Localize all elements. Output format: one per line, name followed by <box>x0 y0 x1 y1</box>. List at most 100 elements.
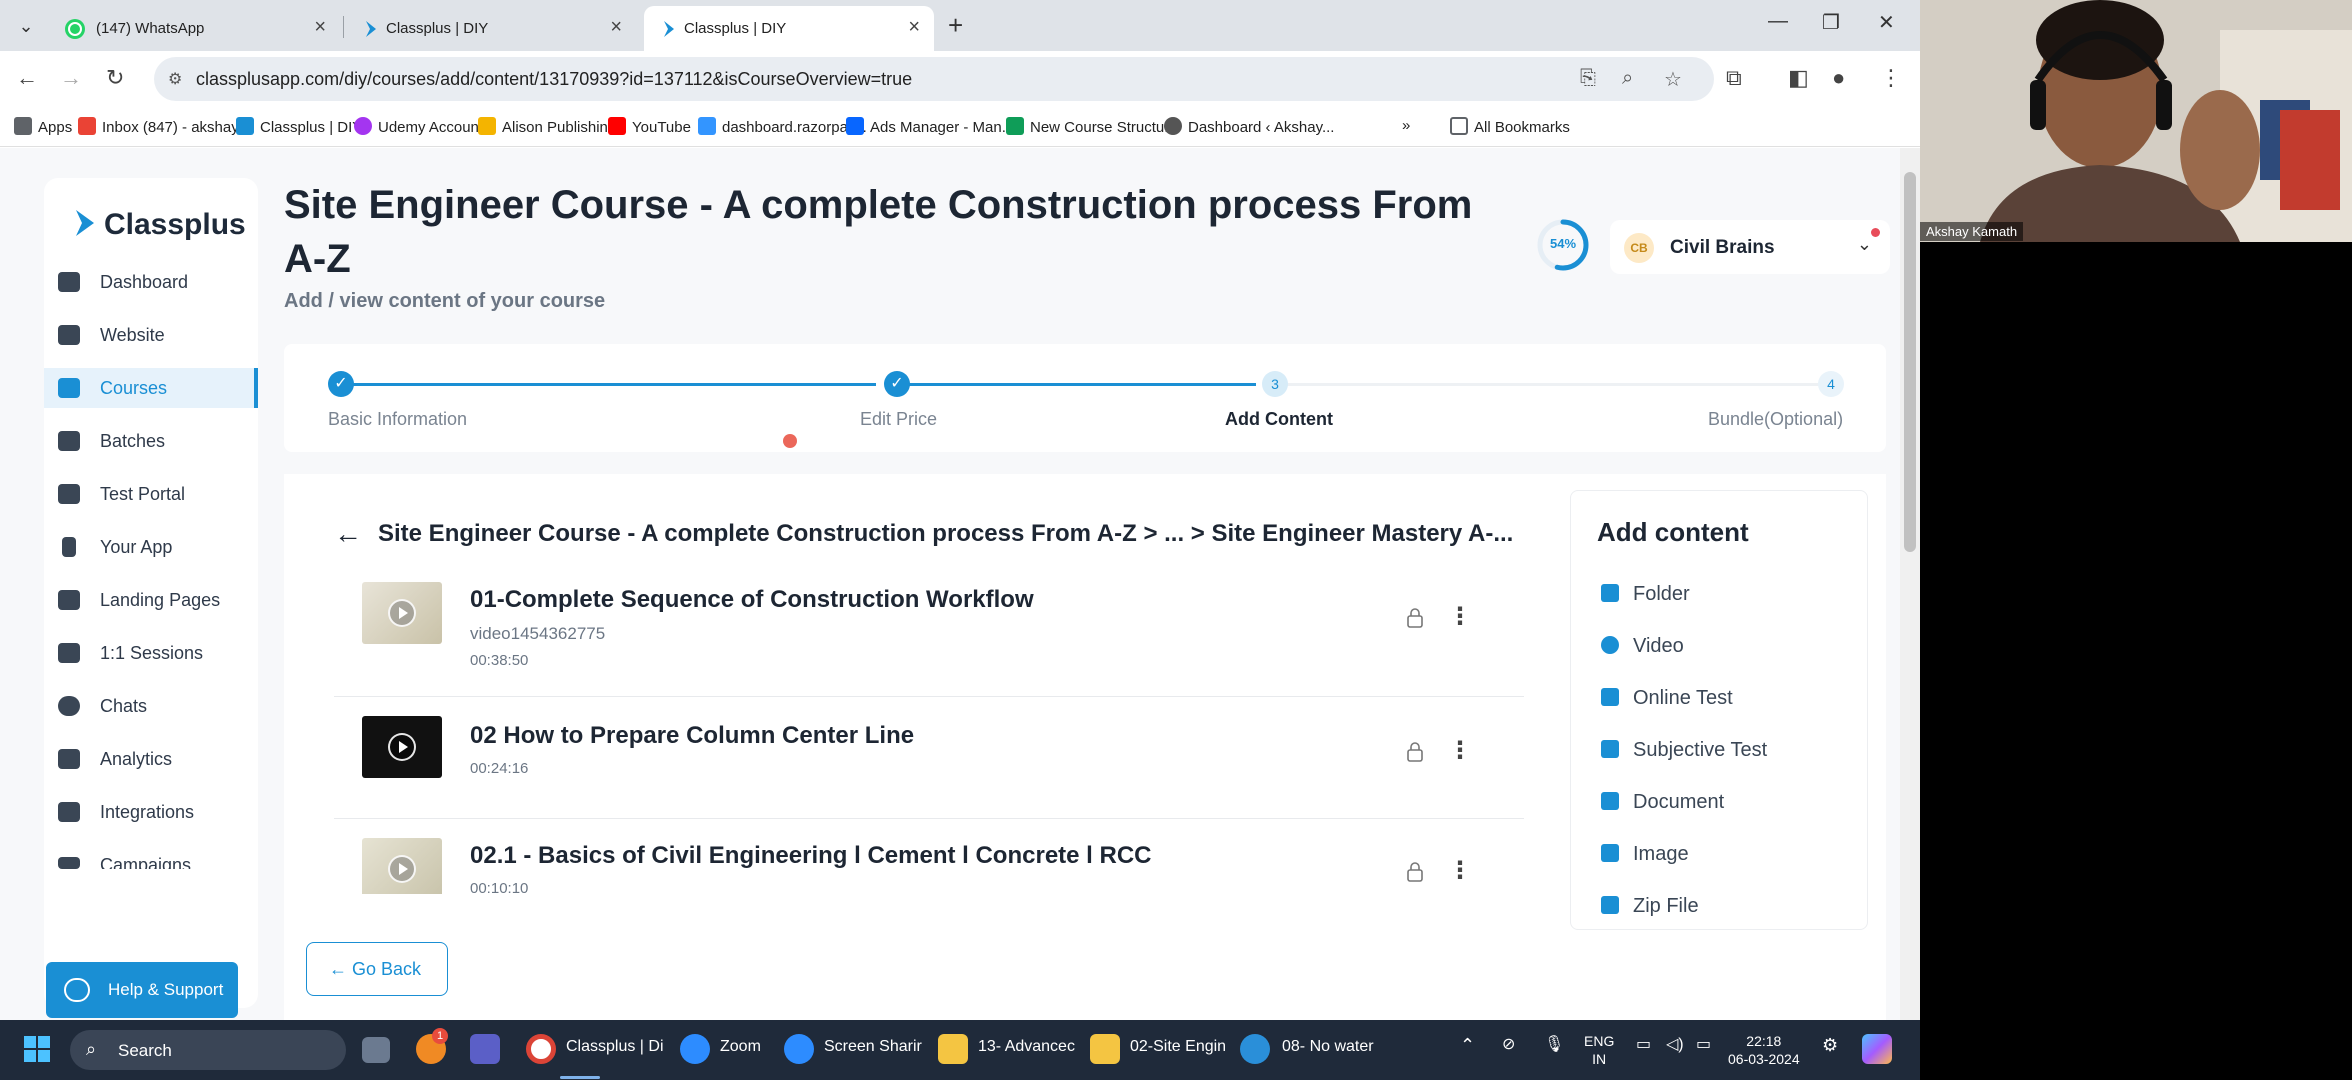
help-support-button[interactable]: Help & Support <box>46 962 238 1018</box>
list-item[interactable]: 02.1 - Basics of Civil Engineering l Cem… <box>334 838 1524 894</box>
all-bookmarks[interactable]: All Bookmarks <box>1450 117 1570 136</box>
address-bar[interactable]: ⚙ classplusapp.com/diy/courses/add/conte… <box>154 57 1714 101</box>
sidebar-item-sessions[interactable]: 1:1 Sessions <box>44 633 258 673</box>
bookmark-star-icon[interactable]: ☆ <box>1664 67 1682 92</box>
page-scrollbar[interactable] <box>1900 148 1920 1020</box>
tab-classplus-active[interactable]: Classplus | DIY × <box>644 6 934 51</box>
add-video-option[interactable]: Video <box>1601 635 1684 658</box>
clock[interactable]: 22:18 06-03-2024 <box>1728 1032 1800 1068</box>
taskbar-app-edge[interactable]: 08- No water <box>1282 1038 1374 1056</box>
settings-gear-icon[interactable]: ⚙ <box>1822 1036 1838 1054</box>
lock-icon[interactable] <box>1406 608 1424 628</box>
taskbar-app-zoom[interactable]: Zoom <box>720 1038 761 1056</box>
classplus-logo[interactable]: Classplus <box>74 208 246 248</box>
taskbar-search[interactable]: ⌕ Search <box>70 1030 346 1070</box>
sidebar-item-batches[interactable]: Batches <box>44 421 258 461</box>
arrow-left-icon[interactable]: ← <box>334 518 362 550</box>
video-thumbnail[interactable] <box>362 838 442 894</box>
back-icon[interactable]: ← <box>16 65 38 91</box>
folder-icon[interactable] <box>938 1034 968 1064</box>
sidebar-item-integrations[interactable]: Integrations <box>44 792 258 832</box>
restore-icon[interactable]: ❐ <box>1822 10 1840 35</box>
sidebar-item-campaigns[interactable]: Campaigns <box>44 845 258 869</box>
bookmark-youtube[interactable]: YouTube <box>608 117 691 136</box>
sidebar-item-courses[interactable]: Courses <box>44 368 258 408</box>
list-item[interactable]: 01-Complete Sequence of Construction Wor… <box>334 582 1524 682</box>
bookmark-ads-manager[interactable]: Ads Manager - Man... <box>846 117 1014 136</box>
step-label-bundle[interactable]: Bundle(Optional) <box>1708 409 1843 430</box>
chrome-icon[interactable] <box>526 1034 556 1064</box>
lock-icon[interactable] <box>1406 742 1424 762</box>
zoom-share-icon[interactable] <box>784 1034 814 1064</box>
scrollbar-thumb[interactable] <box>1904 172 1916 552</box>
sidebar-item-landing-pages[interactable]: Landing Pages <box>44 580 258 620</box>
bookmark-classplus[interactable]: Classplus | DIY <box>236 117 362 136</box>
bookmark-gmail[interactable]: Inbox (847) - akshay... <box>78 117 250 136</box>
more-options-icon[interactable]: ⋮ <box>1448 736 1472 765</box>
content-title[interactable]: 02.1 - Basics of Civil Engineering l Cem… <box>470 842 1152 870</box>
battery-icon[interactable]: ▭ <box>1696 1036 1711 1054</box>
add-document-option[interactable]: Document <box>1601 791 1724 814</box>
sidebar-item-website[interactable]: Website <box>44 315 258 355</box>
profile-progress-ring[interactable]: 54% <box>1536 218 1590 272</box>
close-icon[interactable]: × <box>610 16 622 39</box>
close-icon[interactable]: × <box>314 16 326 39</box>
bookmark-alison[interactable]: Alison Publishing <box>478 117 616 136</box>
zoom-icon[interactable] <box>680 1034 710 1064</box>
step-label-edit-price[interactable]: Edit Price <box>860 409 937 430</box>
video-thumbnail[interactable] <box>362 716 442 778</box>
side-panel-icon[interactable]: ◧ <box>1788 65 1809 91</box>
sidebar-item-analytics[interactable]: Analytics <box>44 739 258 779</box>
install-app-icon[interactable]: ⎘ <box>1580 67 1596 90</box>
add-online-test-option[interactable]: Online Test <box>1601 687 1733 710</box>
close-icon[interactable]: × <box>908 16 920 39</box>
microphone-icon[interactable]: 🎙︎ <box>1544 1036 1564 1054</box>
content-title[interactable]: 02 How to Prepare Column Center Line <box>470 722 914 750</box>
edge-icon[interactable] <box>1240 1034 1270 1064</box>
add-image-option[interactable]: Image <box>1601 843 1689 866</box>
extensions-icon[interactable]: ⧉ <box>1726 65 1742 91</box>
bookmark-razorpay[interactable]: dashboard.razorpay... <box>698 117 867 136</box>
bookmark-course-structure[interactable]: New Course Structu... <box>1006 117 1177 136</box>
step-label-basic-information[interactable]: Basic Information <box>328 409 467 430</box>
more-options-icon[interactable]: ⋮ <box>1448 856 1472 885</box>
content-title[interactable]: 01-Complete Sequence of Construction Wor… <box>470 586 1034 614</box>
close-window-icon[interactable]: ✕ <box>1878 10 1895 35</box>
windows-start-icon[interactable] <box>22 1034 52 1064</box>
language-indicator[interactable]: ENG IN <box>1584 1032 1614 1068</box>
sidebar-item-test-portal[interactable]: Test Portal <box>44 474 258 514</box>
tray-network-icon[interactable]: ⊘ <box>1502 1036 1515 1054</box>
volume-icon[interactable]: ◁) <box>1666 1036 1684 1054</box>
add-folder-option[interactable]: Folder <box>1601 583 1690 606</box>
teams-icon[interactable] <box>470 1034 500 1064</box>
taskbar-app-folder-13[interactable]: 13- Advancec <box>978 1038 1075 1056</box>
menu-dots-icon[interactable]: ⋮ <box>1880 65 1902 91</box>
bookmark-udemy[interactable]: Udemy Account <box>354 117 483 136</box>
sidebar-item-dashboard[interactable]: Dashboard <box>44 262 258 302</box>
step-2-check-icon[interactable]: ✓ <box>884 371 910 397</box>
add-subjective-test-option[interactable]: Subjective Test <box>1601 739 1767 762</box>
profile-icon[interactable]: ● <box>1832 65 1845 91</box>
sidebar-item-your-app[interactable]: Your App <box>44 527 258 567</box>
forward-icon[interactable]: → <box>60 65 82 91</box>
step-label-add-content[interactable]: Add Content <box>1225 409 1333 430</box>
copilot-icon[interactable] <box>1862 1034 1892 1064</box>
tab-classplus[interactable]: Classplus | DIY × <box>346 6 636 51</box>
step-1-check-icon[interactable]: ✓ <box>328 371 354 397</box>
site-info-icon[interactable]: ⚙ <box>168 69 188 89</box>
list-item[interactable]: 02 How to Prepare Column Center Line 00:… <box>334 716 1524 796</box>
taskbar-app-folder-02[interactable]: 02-Site Engin <box>1130 1038 1226 1056</box>
task-view-icon[interactable] <box>362 1037 390 1063</box>
go-back-button[interactable]: ← Go Back <box>306 942 448 996</box>
taskbar-app-classplus[interactable]: Classplus | Di <box>566 1038 664 1056</box>
taskbar-app-screen-sharing[interactable]: Screen Sharir <box>824 1038 922 1056</box>
tray-chevron-icon[interactable]: ⌃ <box>1460 1036 1475 1054</box>
bookmark-apps[interactable]: Apps <box>14 117 72 136</box>
video-thumbnail[interactable] <box>362 582 442 644</box>
lock-icon[interactable] <box>1406 862 1424 882</box>
more-options-icon[interactable]: ⋮ <box>1448 602 1472 631</box>
bookmarks-overflow-icon[interactable]: » <box>1402 117 1410 134</box>
sidebar-item-chats[interactable]: Chats <box>44 686 258 726</box>
wifi-icon[interactable]: ▭ <box>1636 1036 1651 1054</box>
folder-icon[interactable] <box>1090 1034 1120 1064</box>
